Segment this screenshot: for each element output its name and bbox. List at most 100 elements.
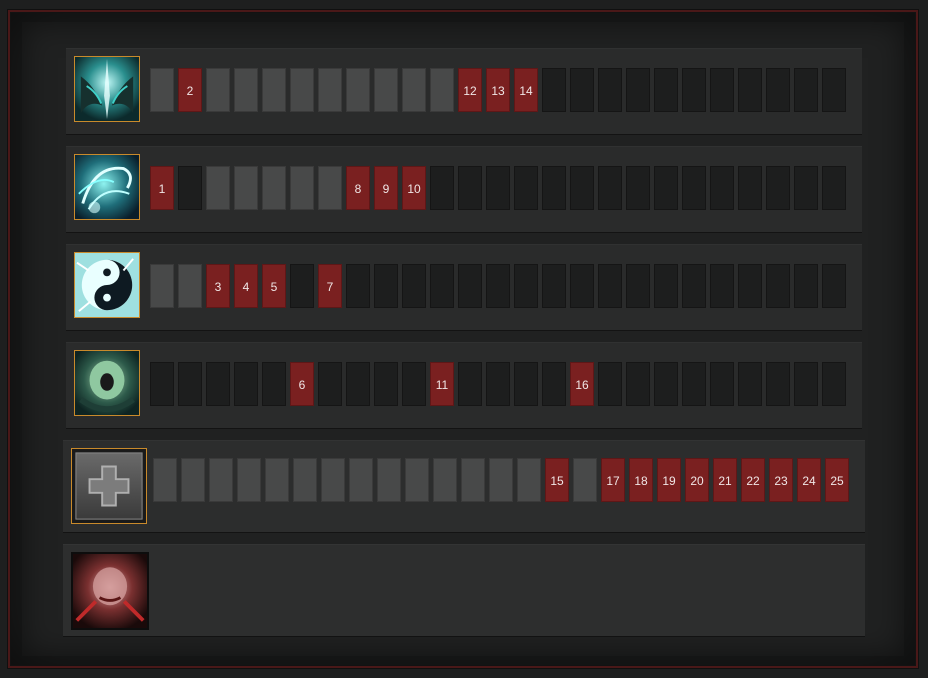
level-slot-empty [178,166,202,210]
level-slot-empty [822,68,846,112]
level-marker: 4 [234,264,258,308]
level-slot-skipped [293,458,317,502]
level-slot-skipped [262,166,286,210]
level-slot-empty [654,362,678,406]
level-slot-empty [486,362,510,406]
level-slot-empty [542,166,566,210]
level-slot-empty [374,264,398,308]
level-slot-empty [402,362,426,406]
level-slot-empty [430,264,454,308]
level-slot-skipped [461,458,485,502]
level-slot-skipped [318,68,342,112]
level-slot-empty [738,264,762,308]
level-marker: 8 [346,166,370,210]
red-face-icon[interactable] [71,552,149,630]
level-slot-empty [486,264,510,308]
level-slot-empty [486,166,510,210]
level-slot-empty [626,264,650,308]
level-slot-skipped [377,458,401,502]
plus-icon[interactable] [71,448,147,524]
level-slot-empty [738,362,762,406]
level-slot-empty [682,166,706,210]
level-marker: 3 [206,264,230,308]
level-slot-empty [738,68,762,112]
level-slot-skipped [374,68,398,112]
crossed-wings-icon[interactable] [74,56,140,122]
level-slot-empty [822,264,846,308]
level-slot-empty [206,362,230,406]
level-slot-empty [710,68,734,112]
level-slot-empty [822,362,846,406]
level-slot-skipped [489,458,513,502]
ability-row-1: 2 12 13 14 [66,48,862,134]
level-slot-empty [178,362,202,406]
level-slot-empty [598,68,622,112]
level-slot-empty [682,362,706,406]
level-slot-empty [430,166,454,210]
level-marker: 21 [713,458,737,502]
level-slot-empty [542,68,566,112]
level-marker: 20 [685,458,709,502]
level-slot-empty [514,166,538,210]
level-slot-empty [458,166,482,210]
level-slot-empty [374,362,398,406]
level-slot-empty [570,166,594,210]
level-slot-empty [682,68,706,112]
level-slot-empty [402,264,426,308]
level-slot-empty [290,264,314,308]
level-slot-empty [150,362,174,406]
level-slot-empty [570,264,594,308]
level-slot-empty [654,166,678,210]
level-slot-empty [766,362,790,406]
ability-row-2: 1 8 9 10 [66,146,862,232]
level-slot-empty [710,166,734,210]
level-slot-skipped [430,68,454,112]
level-slot-skipped [349,458,373,502]
level-slot-empty [766,68,790,112]
level-slot-skipped [178,264,202,308]
level-slot-skipped [234,68,258,112]
level-slot-skipped [346,68,370,112]
level-slot-empty [794,362,818,406]
level-marker: 1 [150,166,174,210]
level-slot-empty [710,362,734,406]
level-slot-skipped [181,458,205,502]
level-slot-empty [598,166,622,210]
level-slot-empty [766,264,790,308]
level-slot-empty [262,362,286,406]
level-marker: 24 [797,458,821,502]
level-marker: 15 [545,458,569,502]
level-slot-skipped [262,68,286,112]
level-marker: 14 [514,68,538,112]
level-marker: 12 [458,68,482,112]
water-swirl-icon[interactable] [74,154,140,220]
level-slot-skipped [402,68,426,112]
level-slot-empty [794,68,818,112]
level-slot-empty [346,264,370,308]
yin-yang-splash-icon[interactable] [74,252,140,318]
level-marker: 2 [178,68,202,112]
level-slot-empty [570,68,594,112]
level-slot-empty [794,166,818,210]
screaming-face-icon[interactable] [74,350,140,416]
level-marker: 11 [430,362,454,406]
level-marker: 18 [629,458,653,502]
level-slot-empty [794,264,818,308]
level-slot-empty [542,264,566,308]
talent-row: 15 17 18 19 20 21 22 23 24 25 [63,440,865,532]
level-slot-empty [626,362,650,406]
level-slot-empty [458,264,482,308]
level-marker: 23 [769,458,793,502]
level-slot-skipped [517,458,541,502]
level-slot-empty [822,166,846,210]
level-marker: 25 [825,458,849,502]
level-slot-empty [654,68,678,112]
level-slot-empty [514,264,538,308]
level-slot-empty [766,166,790,210]
level-slot-skipped [150,264,174,308]
level-slot-skipped [265,458,289,502]
level-marker: 5 [262,264,286,308]
level-slot-empty [738,166,762,210]
level-marker: 22 [741,458,765,502]
level-slot-empty [542,362,566,406]
